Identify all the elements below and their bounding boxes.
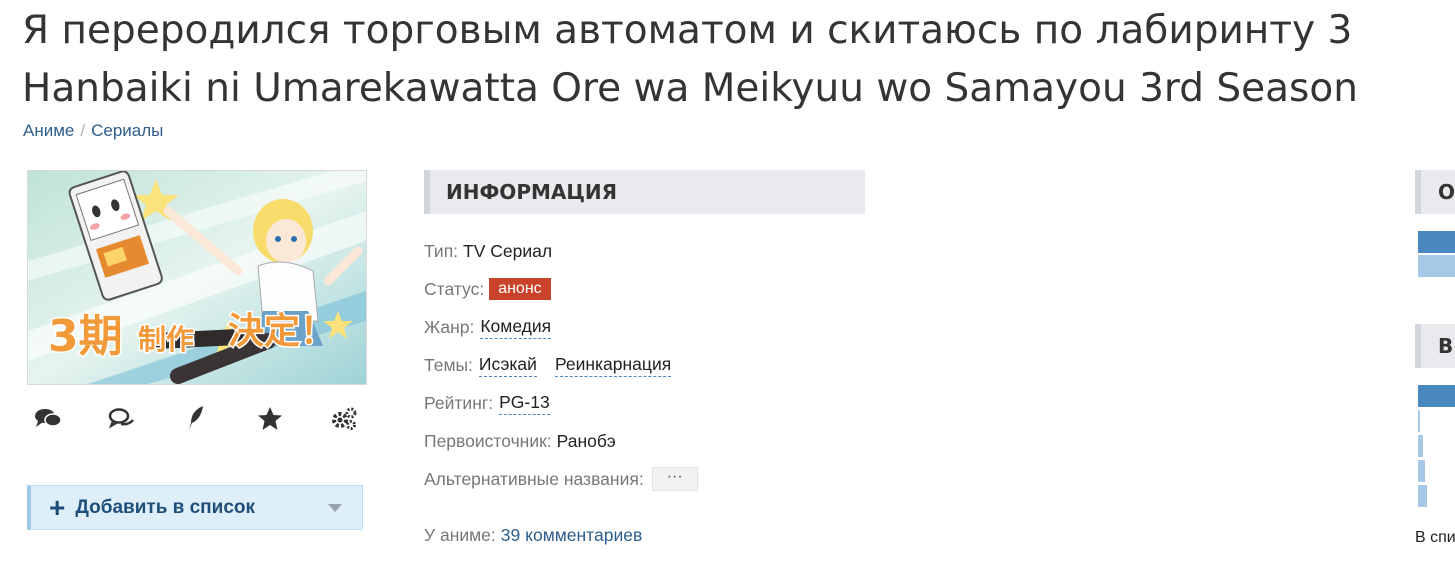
info-row-status: Статус: анонс — [424, 270, 698, 308]
svg-text:3期: 3期 — [48, 311, 123, 362]
rating-label: Рейтинг: — [424, 392, 494, 413]
rating-link[interactable]: PG-13 — [499, 392, 550, 415]
comments-link[interactable]: 39 комментариев — [501, 525, 642, 545]
status-label: Статус: — [424, 278, 485, 299]
poster-image: 3期 制作 決定！ — [28, 171, 366, 384]
add-to-list-label: Добавить в список — [75, 496, 256, 518]
add-to-list-button[interactable]: + Добавить в список — [27, 485, 363, 530]
source-label: Первоисточник: — [424, 430, 552, 451]
info-list: Тип: TV Сериал Статус: анонс Жанр: Комед… — [424, 232, 698, 498]
type-label: Тип: — [424, 240, 459, 261]
info-row-genre: Жанр: Комедия — [424, 308, 698, 346]
svg-text:制作: 制作 — [138, 323, 194, 356]
star-icon[interactable] — [249, 400, 291, 436]
comments-icon[interactable] — [27, 400, 69, 436]
breadcrumb-separator: / — [80, 121, 86, 140]
info-heading: ИНФОРМАЦИЯ — [424, 170, 865, 214]
alt-names-expand-button[interactable]: ··· — [651, 467, 698, 491]
alt-names-label: Альтернативные названия: — [424, 468, 644, 489]
genre-label: Жанр: — [424, 316, 475, 337]
type-value: TV Сериал — [463, 240, 553, 261]
genre-link[interactable]: Комедия — [480, 316, 552, 339]
info-row-alt-names: Альтернативные названия: ··· — [424, 460, 698, 498]
title-russian: Я переродился торговым автоматом и скита… — [22, 8, 1353, 53]
theme-link-reincarnation[interactable]: Реинкарнация — [554, 354, 672, 377]
comments-count: У аниме: 39 комментариев — [424, 525, 642, 546]
status-badge: анонс — [489, 278, 551, 300]
themes-label: Темы: — [424, 354, 473, 375]
stat-bar — [1418, 460, 1425, 482]
score-bar — [1418, 255, 1455, 277]
info-row-source: Первоисточник: Ранобэ — [424, 422, 698, 460]
title-romaji: Hanbaiki ni Umarekawatta Ore wa Meikyuu … — [22, 66, 1358, 111]
plus-icon: + — [49, 491, 66, 523]
info-row-rating: Рейтинг: PG-13 — [424, 384, 698, 422]
gears-icon[interactable] — [323, 400, 365, 436]
info-row-themes: Темы: Исэкай Реинкарнация — [424, 346, 698, 384]
chat-bubbles-icon[interactable] — [101, 400, 143, 436]
score-bar — [1418, 231, 1455, 253]
stat-bar — [1418, 385, 1455, 407]
anime-actions — [27, 400, 365, 436]
quill-icon[interactable] — [175, 400, 217, 436]
breadcrumb: Аниме / Сериалы — [23, 121, 163, 141]
chevron-down-icon[interactable] — [328, 504, 342, 512]
comments-label: У аниме: — [424, 525, 496, 545]
stat-bar — [1418, 435, 1423, 457]
breadcrumb-series[interactable]: Сериалы — [91, 121, 163, 140]
page-title: Я переродился торговым автоматом и скита… — [22, 2, 1455, 118]
anime-poster[interactable]: 3期 制作 決定！ — [27, 170, 367, 385]
stat-bar — [1418, 485, 1427, 507]
theme-link-isekai[interactable]: Исэкай — [478, 354, 537, 377]
sidebar-heading-2: В — [1415, 324, 1455, 368]
info-row-type: Тип: TV Сериал — [424, 232, 698, 270]
sidebar-note: В спи — [1415, 529, 1455, 546]
source-value: Ранобэ — [556, 430, 616, 451]
sidebar-heading-1: О — [1415, 170, 1455, 214]
stat-bar — [1418, 410, 1420, 432]
breadcrumb-anime[interactable]: Аниме — [23, 121, 74, 140]
svg-text:決定！: 決定！ — [228, 311, 336, 352]
